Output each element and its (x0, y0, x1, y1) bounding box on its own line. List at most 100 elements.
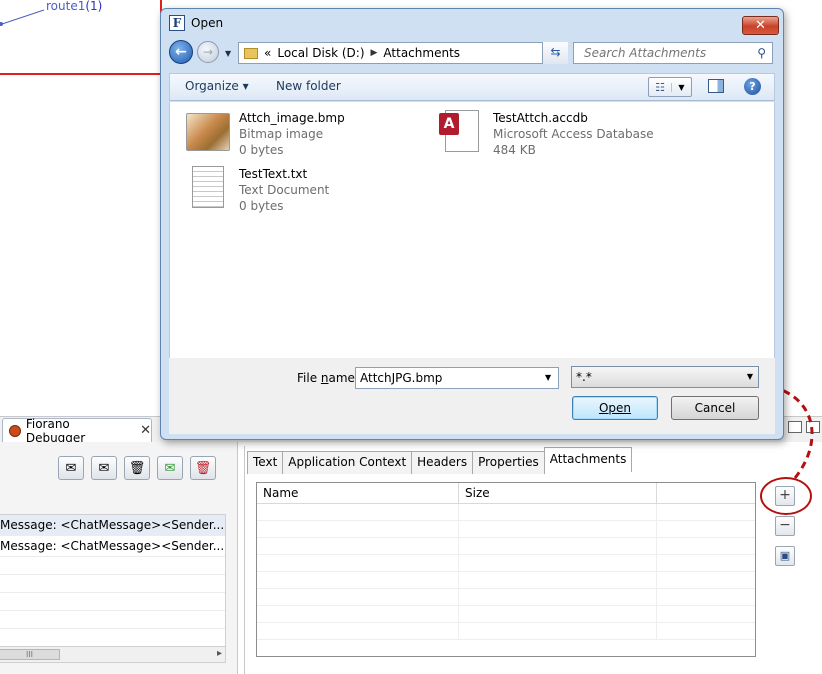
forward-button[interactable]: → (197, 41, 219, 63)
cancel-button[interactable]: Cancel (671, 396, 759, 420)
remove-attachment-button[interactable]: − (775, 516, 795, 536)
table-row (257, 521, 755, 538)
table-row (257, 555, 755, 572)
file-name: TestText.txt (239, 167, 308, 181)
breadcrumb-overflow[interactable]: « (264, 46, 271, 60)
route-name: route1 (46, 0, 86, 13)
file-size: 484 KB (493, 143, 536, 157)
dialog-title: Open (191, 16, 224, 30)
back-button[interactable]: ← (169, 40, 193, 64)
arrow-left-icon: ← (175, 44, 187, 60)
send-message-button[interactable]: ✉ (58, 456, 84, 480)
envelope-green-icon: ✉ (164, 460, 176, 476)
details-tabs: Text Application Context Headers Propert… (247, 447, 633, 474)
file-name: TestAttch.accdb (493, 111, 588, 125)
save-attachment-button[interactable]: ▣ (775, 546, 795, 566)
table-row (257, 606, 755, 623)
resend-message-button[interactable]: ✉ (157, 456, 183, 480)
dialog-titlebar: F Open (169, 15, 223, 31)
message-toolbar: ✉ ✉ 🗑 ✉ 🗑 (58, 456, 216, 480)
text-file-icon (186, 166, 230, 210)
list-item-empty (0, 557, 225, 575)
preview-pane-button[interactable] (708, 79, 724, 93)
file-type: Microsoft Access Database (493, 127, 654, 141)
view-list-icon: ☷ (655, 80, 665, 94)
search-icon: ⚲ (757, 46, 766, 60)
chevron-down-icon[interactable]: ▼ (747, 367, 753, 387)
breadcrumb-local-disk[interactable]: Local Disk (D:) (277, 46, 364, 60)
scroll-right-icon[interactable]: ▸ (217, 648, 222, 659)
delete-message-button[interactable]: 🗑 (124, 456, 150, 480)
search-box[interactable]: ⚲ (573, 42, 773, 64)
table-row (257, 504, 755, 521)
edit-message-button[interactable]: ✉ (91, 456, 117, 480)
app-icon: F (169, 15, 185, 31)
column-header-name[interactable]: Name (257, 483, 459, 503)
list-item-empty (0, 593, 225, 611)
refresh-icon: ⇆ (550, 45, 561, 59)
attachments-table: Name Size (256, 482, 756, 657)
table-row (257, 589, 755, 606)
route-label[interactable]: route1(1) (46, 0, 102, 13)
table-row (257, 572, 755, 589)
file-type-filter[interactable]: *.* ▼ (571, 366, 759, 388)
trash-icon: 🗑 (128, 460, 146, 476)
address-bar[interactable]: « Local Disk (D:) ▶ Attachments ▼ (238, 42, 568, 64)
tab-headers[interactable]: Headers (411, 451, 474, 474)
help-button[interactable]: ? (744, 78, 761, 95)
canvas-red-line (0, 73, 162, 75)
list-item-empty (0, 575, 225, 593)
file-name-label: File name: (297, 371, 359, 385)
tab-label: Fiorano Debugger (25, 416, 86, 445)
tab-fiorano-debugger[interactable]: Fiorano Debugger ✕ (2, 416, 152, 445)
file-item[interactable]: A TestAttch.accdb Microsoft Access Datab… (439, 110, 654, 158)
envelope-icon: ✉ (65, 460, 77, 476)
file-size: 0 bytes (239, 199, 284, 213)
breadcrumb-attachments[interactable]: Attachments (383, 46, 460, 60)
change-view-button[interactable]: ☷ ▼ (648, 77, 692, 97)
arrow-right-icon: → (202, 45, 214, 59)
new-folder-button[interactable]: New folder (276, 79, 341, 93)
file-size: 0 bytes (239, 143, 284, 157)
list-item[interactable]: Message: <ChatMessage><Sender... (0, 515, 225, 536)
file-type-filter-value: *.* (576, 370, 592, 384)
tab-application-context[interactable]: Application Context (282, 451, 413, 474)
organize-button[interactable]: Organize ▾ (185, 79, 249, 93)
access-file-icon: A (439, 110, 484, 154)
file-list: Attch_image.bmp Bitmap image 0 bytes A T… (169, 102, 775, 358)
horizontal-scrollbar[interactable]: III ▸ (0, 646, 226, 663)
floppy-disk-icon: ▣ (779, 549, 791, 562)
column-header-size[interactable]: Size (459, 483, 657, 503)
open-button-label: Open (598, 401, 632, 415)
search-input[interactable] (582, 45, 742, 61)
file-item[interactable]: Attch_image.bmp Bitmap image 0 bytes (186, 110, 345, 158)
file-name-input[interactable] (355, 367, 559, 389)
column-header-empty (657, 483, 755, 503)
table-header: Name Size (257, 483, 755, 504)
message-list: Message: <ChatMessage><Sender... Message… (0, 514, 226, 648)
file-name: Attch_image.bmp (239, 111, 345, 125)
scrollbar-thumb[interactable]: III (0, 649, 60, 660)
delete-all-button[interactable]: 🗑 (190, 456, 216, 480)
file-type: Text Document (239, 183, 330, 197)
close-icon[interactable]: ✕ (140, 423, 151, 438)
tab-properties[interactable]: Properties (472, 451, 545, 474)
close-button[interactable]: ✕ (742, 16, 779, 35)
chevron-down-icon[interactable]: ▼ (671, 82, 691, 92)
recent-locations-dropdown[interactable]: ▼ (225, 49, 231, 58)
trash-red-icon: 🗑 (194, 460, 212, 476)
list-item[interactable]: Message: <ChatMessage><Sender... (0, 536, 225, 557)
folder-icon (244, 47, 258, 59)
chevron-down-icon[interactable]: ▼ (545, 373, 551, 382)
route-index: (1) (85, 0, 103, 13)
envelope-edit-icon: ✉ (98, 460, 110, 476)
bitmap-file-icon (186, 110, 230, 154)
table-row (257, 538, 755, 555)
open-button[interactable]: Open (572, 396, 658, 420)
tab-attachments[interactable]: Attachments (543, 447, 633, 472)
tab-text[interactable]: Text (247, 451, 284, 474)
bug-icon (9, 424, 21, 437)
chevron-right-icon[interactable]: ▶ (371, 48, 378, 58)
refresh-button[interactable]: ⇆ (542, 42, 568, 64)
file-item[interactable]: TestText.txt Text Document 0 bytes (186, 166, 329, 214)
